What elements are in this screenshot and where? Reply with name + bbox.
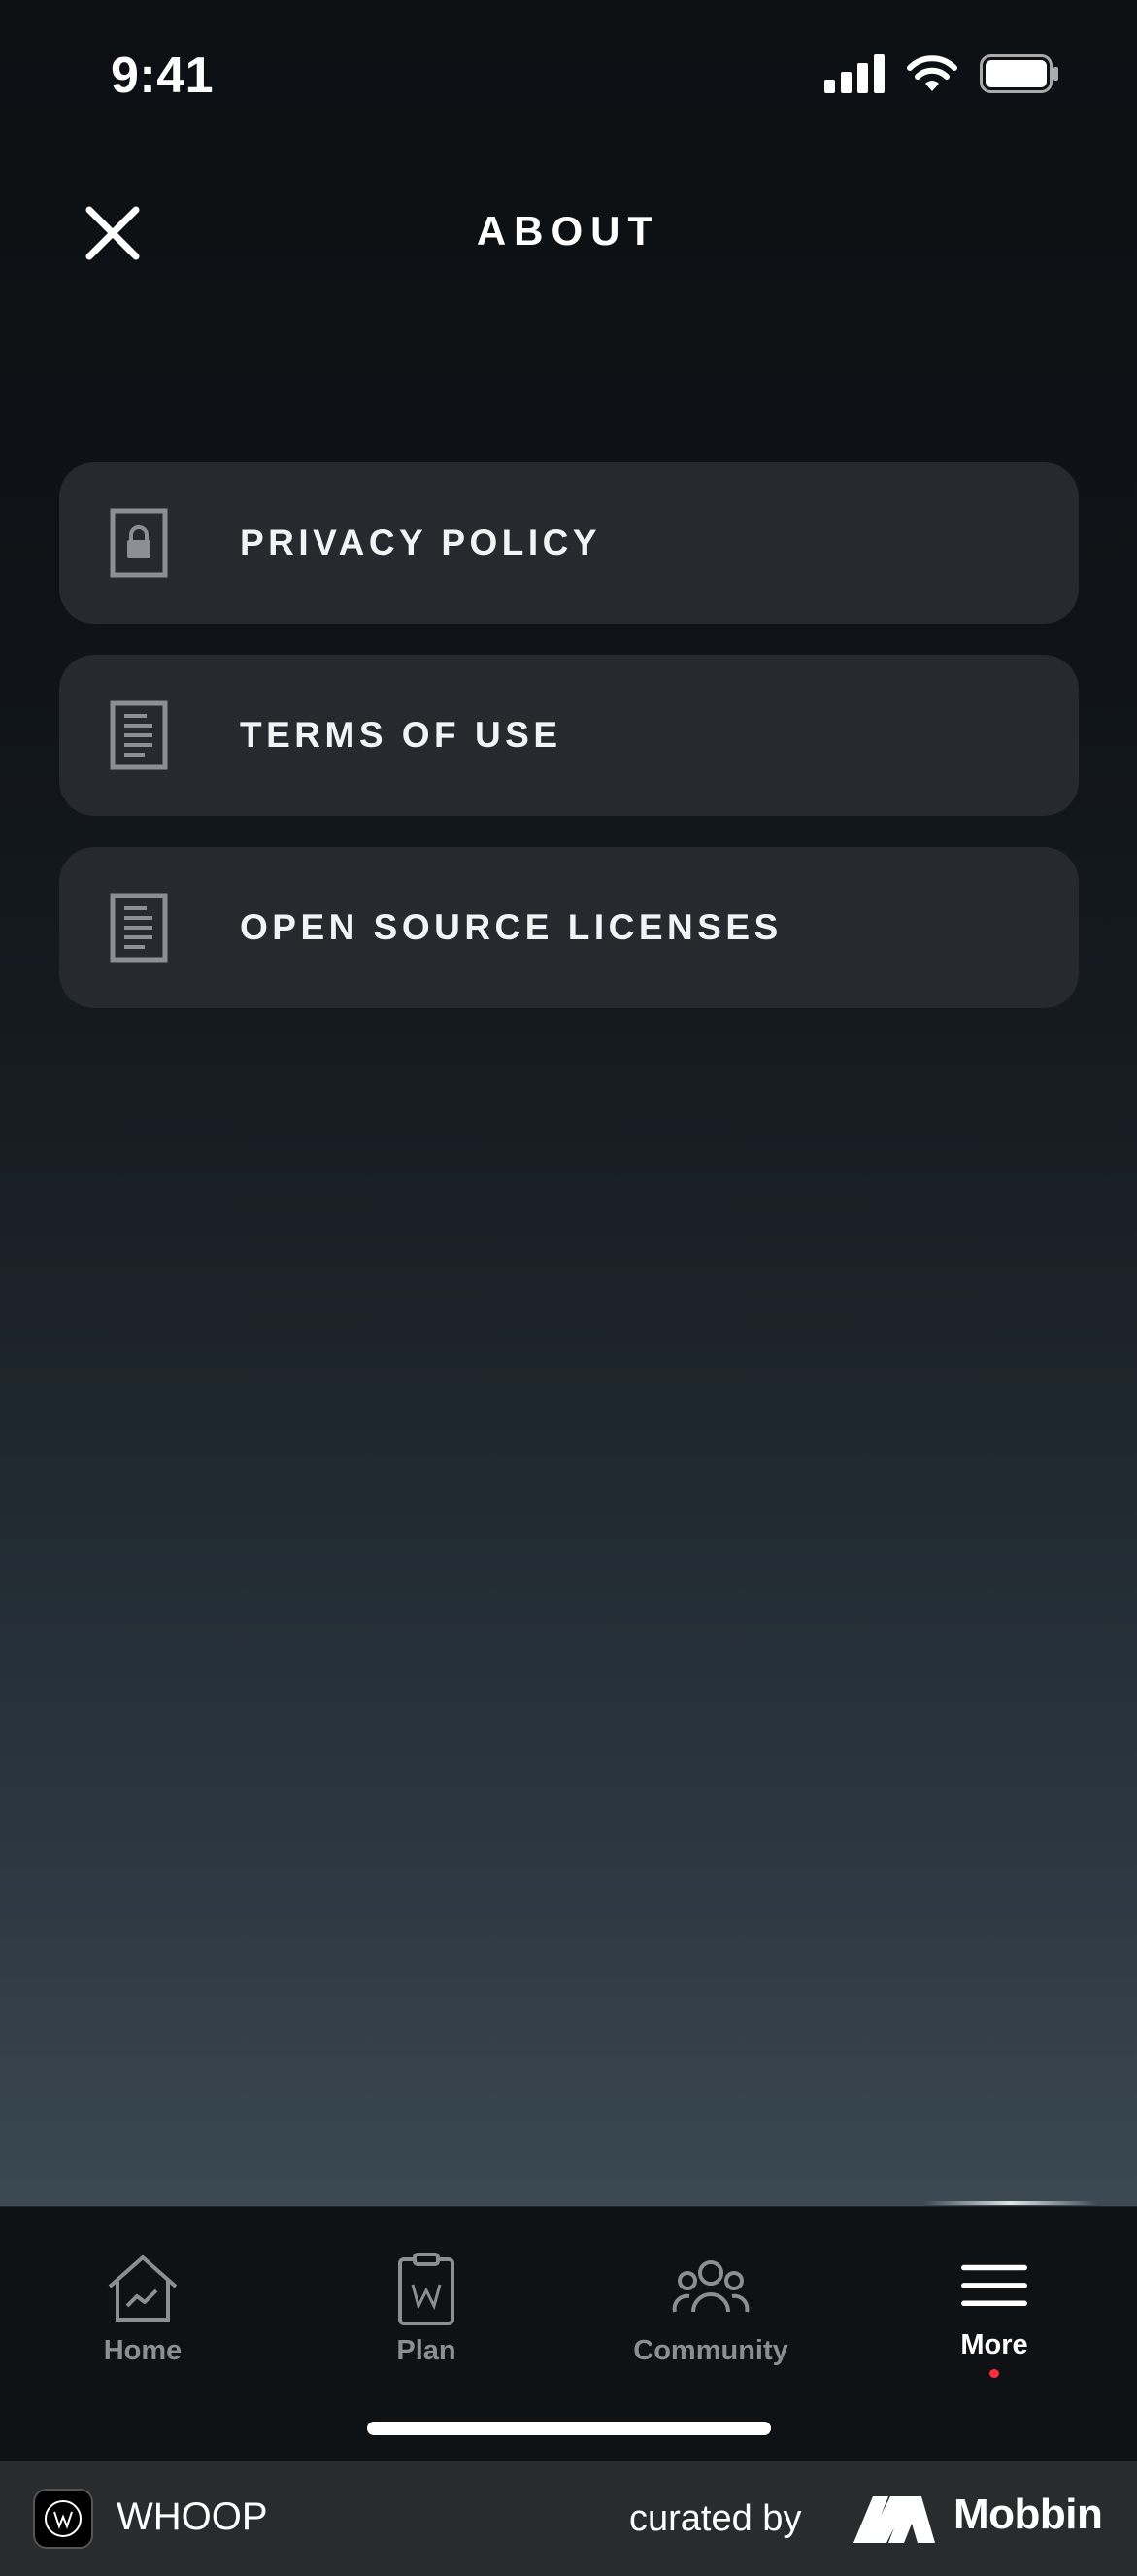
mobbin-brand: Mobbin — [953, 2491, 1103, 2538]
status-icons — [824, 54, 1059, 93]
app-name: WHOOP — [117, 2495, 268, 2538]
wifi-icon — [907, 55, 957, 91]
community-icon — [672, 2260, 750, 2313]
active-tab-indicator — [989, 2368, 999, 2378]
tab-plan[interactable]: Plan — [319, 2252, 533, 2378]
document-icon — [110, 700, 168, 770]
about-screen: 9:41 ABOUT PRIVACY POLICY TERMS OF USE O… — [0, 0, 1137, 2206]
page-title: ABOUT — [476, 208, 661, 254]
battery-icon — [980, 54, 1058, 93]
document-icon — [110, 893, 168, 963]
tab-community[interactable]: Community — [604, 2252, 818, 2378]
active-tab-glow — [923, 2201, 1098, 2205]
open-source-licenses-label: OPEN SOURCE LICENSES — [240, 907, 783, 947]
curated-by-label: curated by — [629, 2498, 802, 2539]
tab-plan-label: Plan — [396, 2335, 456, 2366]
privacy-policy-row[interactable]: PRIVACY POLICY — [59, 462, 1079, 624]
tab-home-label: Home — [103, 2335, 183, 2366]
home-icon — [108, 2255, 178, 2322]
whoop-logo-icon — [45, 2500, 82, 2537]
open-source-licenses-row[interactable]: OPEN SOURCE LICENSES — [59, 847, 1079, 1008]
footer-banner: WHOOP curated by Mobbin — [0, 2461, 1137, 2576]
cellular-signal-icon — [824, 54, 885, 93]
mobbin-logo-icon — [853, 2496, 935, 2543]
home-indicator[interactable] — [367, 2422, 771, 2435]
lock-document-icon — [110, 508, 168, 578]
tab-more-label: More — [960, 2328, 1028, 2360]
clipboard-icon — [398, 2253, 454, 2325]
whoop-app-logo — [33, 2489, 93, 2549]
tab-more[interactable]: More — [887, 2252, 1101, 2378]
hamburger-menu-icon — [961, 2264, 1027, 2307]
privacy-policy-label: PRIVACY POLICY — [240, 523, 602, 562]
status-time: 9:41 — [111, 48, 215, 104]
about-menu-list: PRIVACY POLICY TERMS OF USE OPEN SOURCE … — [59, 462, 1079, 1039]
terms-of-use-label: TERMS OF USE — [240, 715, 562, 755]
tab-home[interactable]: Home — [36, 2252, 250, 2378]
tab-community-label: Community — [633, 2335, 788, 2366]
terms-of-use-row[interactable]: TERMS OF USE — [59, 655, 1079, 816]
